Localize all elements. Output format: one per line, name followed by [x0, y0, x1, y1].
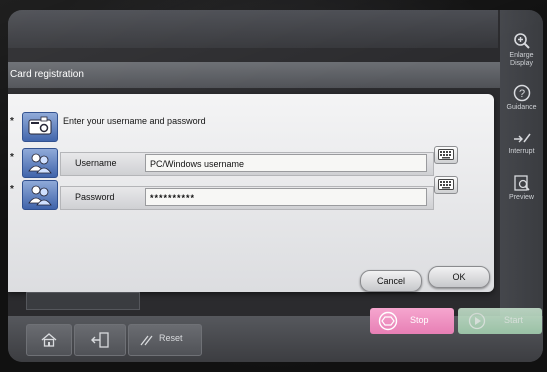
reset-label: Reset — [159, 333, 183, 343]
required-marker: * — [10, 116, 14, 127]
svg-text:?: ? — [518, 88, 524, 100]
ok-button[interactable]: OK — [428, 266, 490, 288]
guidance-label: Guidance — [506, 104, 537, 111]
interrupt-label: Interrupt — [508, 148, 535, 155]
start-icon — [468, 312, 486, 330]
help-icon: ? — [513, 84, 530, 102]
preview-icon — [513, 175, 530, 191]
enlarge-display-button[interactable]: Enlarge Display — [500, 32, 543, 68]
stop-label: Stop — [410, 315, 429, 325]
start-button[interactable]: Start — [458, 308, 542, 334]
logout-button[interactable] — [74, 324, 126, 356]
reset-icon — [140, 335, 153, 346]
status-strip — [26, 292, 140, 310]
display-label: Display — [510, 60, 533, 67]
username-label: Username — [75, 158, 117, 168]
home-icon — [41, 333, 57, 347]
zoom-in-icon — [513, 33, 530, 49]
keyboard-icon — [438, 179, 454, 190]
password-row: Password ********** — [60, 186, 434, 210]
password-keyboard-button[interactable] — [434, 176, 458, 194]
enlarge-label: Enlarge — [509, 52, 534, 59]
username-keyboard-button[interactable] — [434, 146, 458, 164]
stop-button[interactable]: Stop — [370, 308, 454, 334]
preview-label: Preview — [509, 194, 534, 201]
credentials-dialog: * Enter your username and password * Use… — [8, 94, 494, 292]
reset-button[interactable]: Reset — [128, 324, 202, 356]
interrupt-button[interactable]: Interrupt — [500, 130, 543, 156]
home-button[interactable] — [26, 324, 72, 356]
guidance-button[interactable]: ? Guidance — [500, 84, 543, 112]
preview-button[interactable]: Preview — [500, 174, 543, 202]
start-label: Start — [504, 315, 524, 325]
username-input[interactable]: PC/Windows username — [145, 154, 427, 172]
header-strip — [8, 10, 498, 48]
touch-screen: Card registration * Enter your username … — [8, 10, 543, 362]
password-input[interactable]: ********** — [145, 188, 427, 206]
password-label: Password — [75, 192, 115, 202]
logout-icon — [91, 332, 109, 348]
page-title: Card registration — [8, 62, 500, 88]
required-marker: * — [10, 184, 14, 195]
user-icon — [22, 180, 58, 210]
stop-icon — [378, 311, 398, 331]
interrupt-icon — [513, 133, 531, 143]
username-row: Username PC/Windows username — [60, 152, 434, 176]
dialog-instruction: Enter your username and password — [63, 116, 206, 126]
user-icon — [22, 148, 58, 178]
keyboard-icon — [438, 149, 454, 160]
card-icon — [22, 112, 58, 142]
cancel-button[interactable]: Cancel — [360, 270, 422, 292]
required-marker: * — [10, 152, 14, 163]
